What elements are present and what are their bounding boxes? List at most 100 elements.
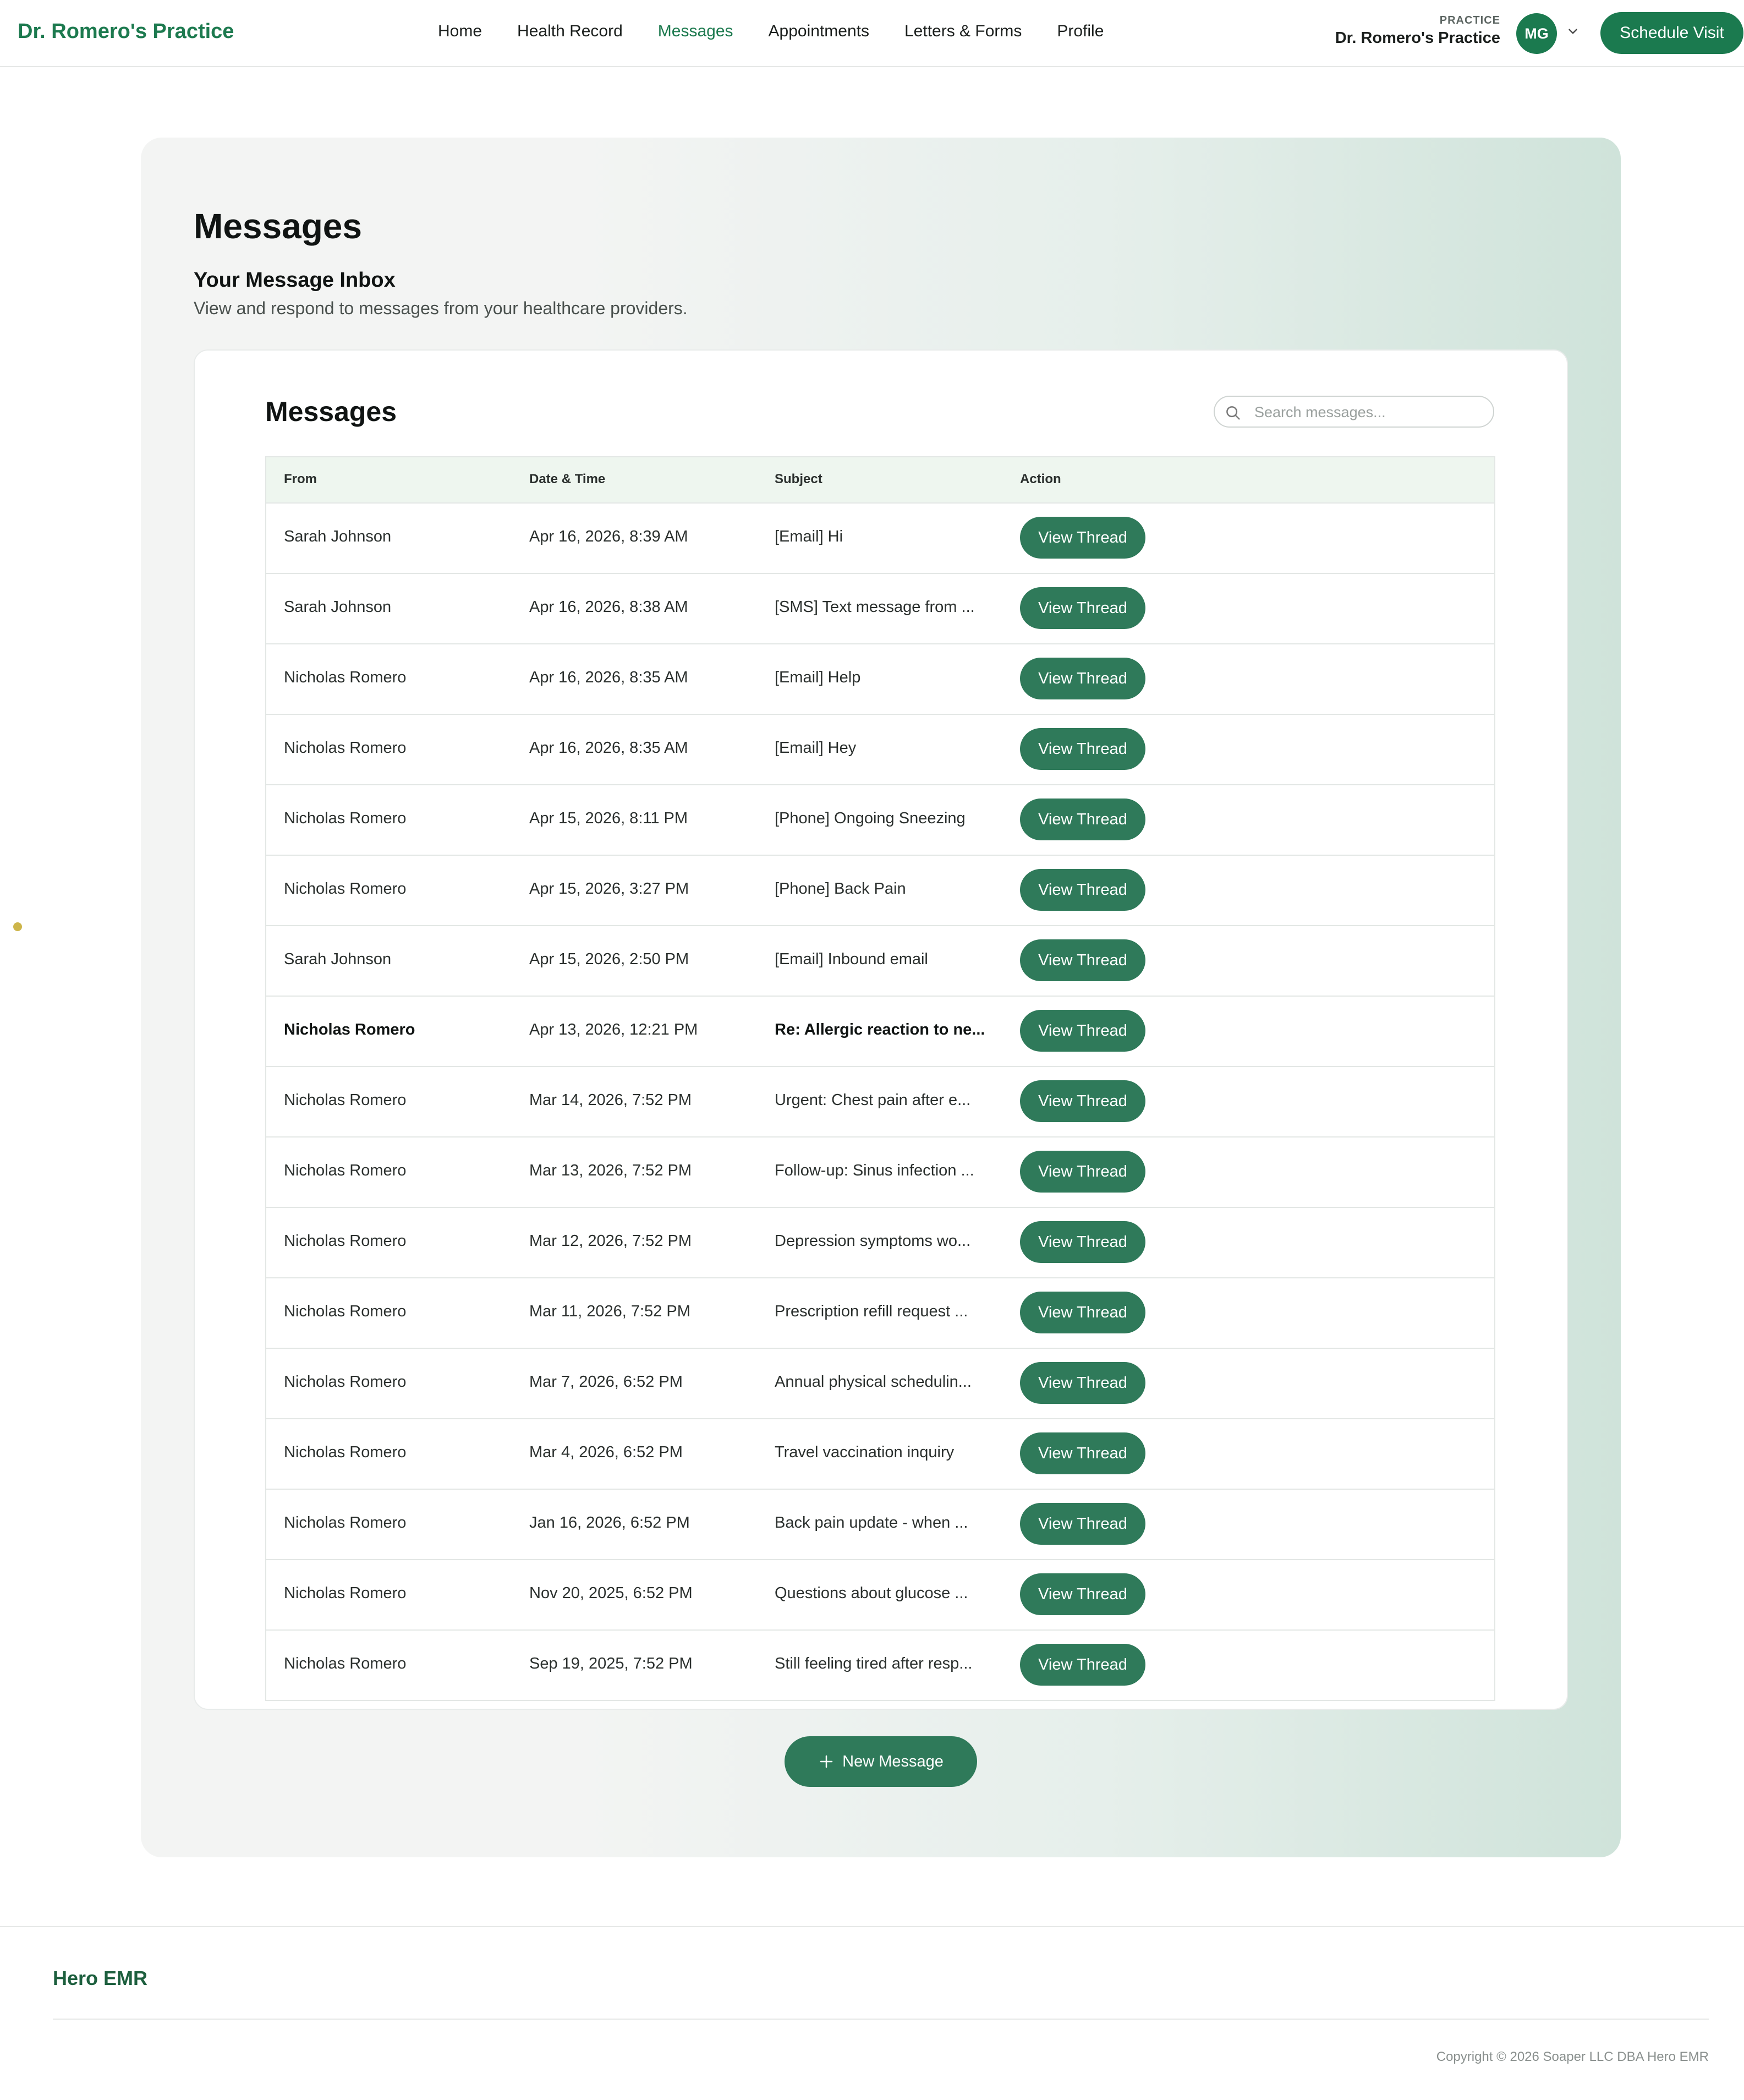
view-thread-button[interactable]: View Thread xyxy=(1020,1151,1145,1193)
new-message-button[interactable]: New Message xyxy=(785,1736,977,1787)
message-from: Nicholas Romero xyxy=(284,1514,407,1532)
schedule-visit-button[interactable]: Schedule Visit xyxy=(1600,12,1743,54)
avatar[interactable]: MG xyxy=(1516,13,1557,54)
search-input[interactable] xyxy=(1253,400,1487,424)
message-date: Apr 16, 2026, 8:35 AM xyxy=(529,669,688,686)
message-subject: Still feeling tired after resp... xyxy=(775,1655,973,1672)
view-thread-button[interactable]: View Thread xyxy=(1020,1503,1145,1545)
nav-letters-forms[interactable]: Letters & Forms xyxy=(904,22,1022,41)
message-subject: [Phone] Back Pain xyxy=(775,880,906,898)
table-row[interactable]: Nicholas Romero Mar 12, 2026, 7:52 PM Depr… xyxy=(266,1208,1494,1278)
copyright-text: Copyright © 2026 Soaper LLC DBA Hero EMR xyxy=(1436,2049,1709,2064)
message-date: Apr 15, 2026, 8:11 PM xyxy=(529,810,688,827)
table-body: Sarah Johnson Apr 16, 2026, 8:39 AM [Email… xyxy=(266,504,1494,1700)
message-subject: Urgent: Chest pain after e... xyxy=(775,1091,971,1109)
view-thread-button[interactable]: View Thread xyxy=(1020,1432,1145,1474)
new-message-label: New Message xyxy=(842,1752,944,1770)
message-date: Apr 16, 2026, 8:39 AM xyxy=(529,528,688,545)
table-row[interactable]: Nicholas Romero Mar 13, 2026, 7:52 PM Foll… xyxy=(266,1138,1494,1208)
message-date: Mar 7, 2026, 6:52 PM xyxy=(529,1373,683,1391)
view-thread-button[interactable]: View Thread xyxy=(1020,517,1145,559)
practice-name: Dr. Romero's Practice xyxy=(1335,29,1500,47)
search-icon xyxy=(1226,406,1240,420)
table-row[interactable]: Sarah Johnson Apr 16, 2026, 8:39 AM [Email… xyxy=(266,504,1494,574)
page-subtitle: Your Message Inbox xyxy=(194,269,396,292)
message-date: Apr 15, 2026, 2:50 PM xyxy=(529,950,689,968)
message-date: Apr 16, 2026, 8:38 AM xyxy=(529,598,688,616)
table-row[interactable]: Nicholas Romero Mar 14, 2026, 7:52 PM Urge… xyxy=(266,1067,1494,1138)
card-title: Messages xyxy=(265,396,397,427)
table-row[interactable]: Nicholas Romero Mar 4, 2026, 6:52 PM Trave… xyxy=(266,1419,1494,1490)
message-subject: [Email] Hi xyxy=(775,528,843,545)
table-row[interactable]: Sarah Johnson Apr 16, 2026, 8:38 AM [SMS] … xyxy=(266,574,1494,644)
message-date: Mar 11, 2026, 7:52 PM xyxy=(529,1303,690,1320)
message-date: Mar 14, 2026, 7:52 PM xyxy=(529,1091,692,1109)
table-row[interactable]: Nicholas Romero Apr 16, 2026, 8:35 AM [Ema… xyxy=(266,715,1494,785)
view-thread-button[interactable]: View Thread xyxy=(1020,1292,1145,1333)
nav-messages[interactable]: Messages xyxy=(658,22,733,41)
message-from: Nicholas Romero xyxy=(284,1021,415,1038)
footer-divider xyxy=(0,1926,1744,1927)
nav-home[interactable]: Home xyxy=(438,22,482,41)
message-from: Nicholas Romero xyxy=(284,1303,407,1320)
column-header-action: Action xyxy=(1020,472,1061,486)
view-thread-button[interactable]: View Thread xyxy=(1020,869,1145,911)
view-thread-button[interactable]: View Thread xyxy=(1020,1010,1145,1052)
view-thread-button[interactable]: View Thread xyxy=(1020,1644,1145,1686)
page-description: View and respond to messages from your h… xyxy=(194,298,688,318)
message-from: Nicholas Romero xyxy=(284,1232,407,1250)
table-row[interactable]: Nicholas Romero Apr 13, 2026, 12:21 PM Re:… xyxy=(266,997,1494,1067)
message-subject: Re: Allergic reaction to ne... xyxy=(775,1021,985,1038)
message-subject: Prescription refill request ... xyxy=(775,1303,968,1320)
nav-appointments[interactable]: Appointments xyxy=(769,22,869,41)
search-box[interactable] xyxy=(1214,396,1494,428)
table-row[interactable]: Sarah Johnson Apr 15, 2026, 2:50 PM [Email… xyxy=(266,926,1494,997)
view-thread-button[interactable]: View Thread xyxy=(1020,728,1145,770)
message-date: Nov 20, 2025, 6:52 PM xyxy=(529,1584,693,1602)
view-thread-button[interactable]: View Thread xyxy=(1020,1573,1145,1615)
table-row[interactable]: Nicholas Romero Sep 19, 2025, 7:52 PM Stil… xyxy=(266,1631,1494,1700)
footer-brand[interactable]: Hero EMR xyxy=(53,1967,147,1990)
view-thread-button[interactable]: View Thread xyxy=(1020,939,1145,981)
brand-logo[interactable]: Dr. Romero's Practice xyxy=(18,20,234,43)
practice-label: PRACTICE xyxy=(1439,14,1500,26)
page-title: Messages xyxy=(194,206,362,246)
status-dot xyxy=(13,922,22,931)
message-from: Nicholas Romero xyxy=(284,880,407,898)
view-thread-button[interactable]: View Thread xyxy=(1020,587,1145,629)
table-row[interactable]: Nicholas Romero Mar 7, 2026, 6:52 PM Annua… xyxy=(266,1349,1494,1419)
column-header-subject: Subject xyxy=(775,472,822,486)
message-subject: Annual physical schedulin... xyxy=(775,1373,972,1391)
practice-selector[interactable]: PRACTICE Dr. Romero's Practice xyxy=(1335,14,1500,47)
view-thread-button[interactable]: View Thread xyxy=(1020,1080,1145,1122)
table-row[interactable]: Nicholas Romero Mar 11, 2026, 7:52 PM Pres… xyxy=(266,1278,1494,1349)
view-thread-button[interactable]: View Thread xyxy=(1020,1362,1145,1404)
view-thread-button[interactable]: View Thread xyxy=(1020,658,1145,699)
messages-table: From Date & Time Subject Action Sarah Jo… xyxy=(265,456,1495,1701)
message-date: Mar 4, 2026, 6:52 PM xyxy=(529,1443,683,1461)
nav-health-record[interactable]: Health Record xyxy=(517,22,623,41)
table-row[interactable]: Nicholas Romero Nov 20, 2025, 6:52 PM Ques… xyxy=(266,1560,1494,1631)
message-from: Nicholas Romero xyxy=(284,810,407,827)
nav-profile[interactable]: Profile xyxy=(1057,22,1104,41)
message-date: Sep 19, 2025, 7:52 PM xyxy=(529,1655,693,1672)
table-row[interactable]: Nicholas Romero Apr 16, 2026, 8:35 AM [Ema… xyxy=(266,644,1494,715)
chevron-down-icon[interactable] xyxy=(1566,24,1580,39)
column-header-date: Date & Time xyxy=(529,472,606,486)
view-thread-button[interactable]: View Thread xyxy=(1020,799,1145,840)
message-subject: Follow-up: Sinus infection ... xyxy=(775,1162,974,1179)
message-from: Nicholas Romero xyxy=(284,1091,407,1109)
message-from: Nicholas Romero xyxy=(284,739,407,757)
table-header: From Date & Time Subject Action xyxy=(266,457,1494,504)
message-subject: Back pain update - when ... xyxy=(775,1514,968,1532)
table-row[interactable]: Nicholas Romero Jan 16, 2026, 6:52 PM Back… xyxy=(266,1490,1494,1560)
message-subject: Questions about glucose ... xyxy=(775,1584,968,1602)
table-row[interactable]: Nicholas Romero Apr 15, 2026, 3:27 PM [Pho… xyxy=(266,856,1494,926)
view-thread-button[interactable]: View Thread xyxy=(1020,1221,1145,1263)
message-date: Apr 15, 2026, 3:27 PM xyxy=(529,880,689,898)
column-header-from: From xyxy=(284,472,317,486)
message-subject: [Phone] Ongoing Sneezing xyxy=(775,810,966,827)
table-row[interactable]: Nicholas Romero Apr 15, 2026, 8:11 PM [Pho… xyxy=(266,785,1494,856)
message-from: Sarah Johnson xyxy=(284,528,392,545)
message-subject: Travel vaccination inquiry xyxy=(775,1443,955,1461)
